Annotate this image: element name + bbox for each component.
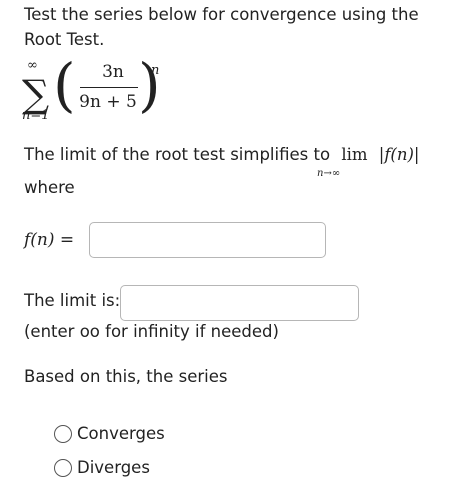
limit-statement: The limit of the root test simplifies to…: [24, 145, 420, 164]
f-input-label: f(n) =: [24, 230, 75, 250]
fraction-denominator: 9n + 5: [79, 92, 137, 112]
series-exponent: n: [151, 63, 160, 78]
option-label: Diverges: [77, 458, 150, 477]
sum-upper-limit: ∞: [27, 58, 38, 73]
fraction-numerator: 3n: [102, 62, 124, 82]
question-text: Test the series below for convergence us…: [24, 5, 419, 49]
limit-input-label: The limit is:: [24, 291, 121, 310]
option-label: Converges: [77, 424, 165, 443]
radio-circle-icon[interactable]: [54, 424, 72, 443]
option-converges[interactable]: Converges: [54, 424, 165, 443]
based-text: Based on this, the series: [24, 367, 228, 386]
lim-subscript: n→∞: [317, 168, 341, 179]
radio-circle-icon[interactable]: [54, 458, 72, 477]
sum-lower-limit: n=1: [22, 108, 50, 123]
abs-f-expression: |f(n)|: [378, 145, 420, 164]
fraction-bar: [80, 87, 138, 88]
lim-operator: lim: [341, 145, 368, 164]
limit-input-field[interactable]: [120, 285, 359, 321]
f-input-field[interactable]: [89, 222, 326, 258]
hint-text: (enter oo for infinity if needed): [24, 322, 279, 341]
where-text: where: [24, 178, 75, 197]
limit-statement-text: The limit of the root test simplifies to: [24, 145, 331, 164]
option-diverges[interactable]: Diverges: [54, 458, 150, 477]
